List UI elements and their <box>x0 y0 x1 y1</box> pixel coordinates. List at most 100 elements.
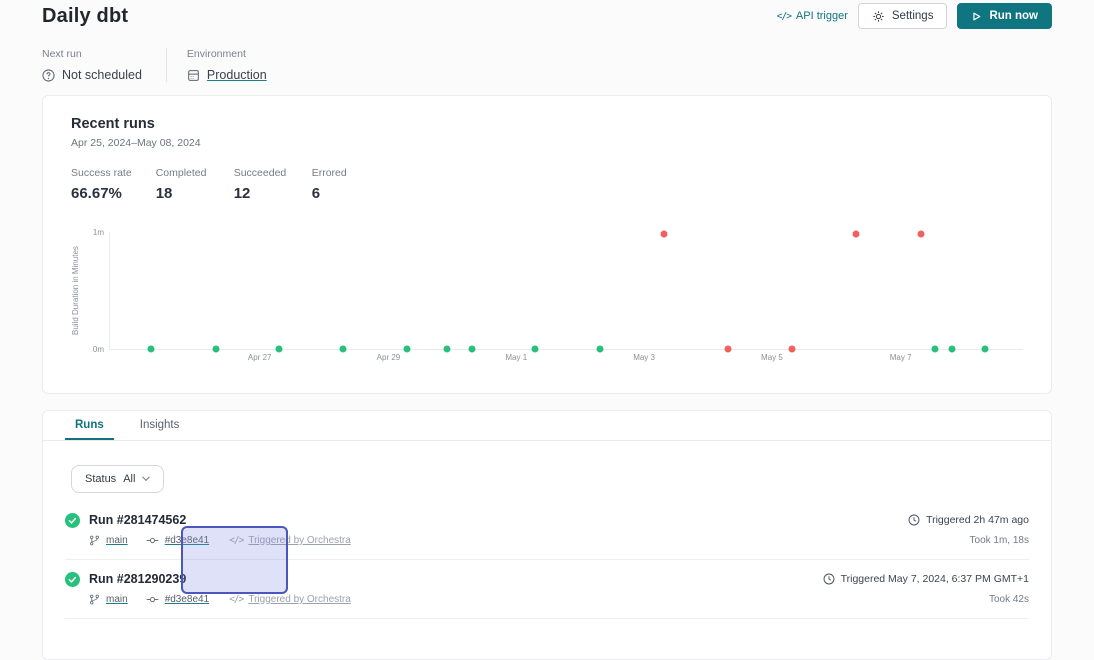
environment-label: Environment <box>187 48 267 60</box>
run-data-point[interactable] <box>532 346 539 353</box>
run-data-point[interactable] <box>981 346 988 353</box>
trigger-source-link[interactable]: </> Triggered by Orchestra <box>229 594 351 605</box>
run-data-point[interactable] <box>443 346 450 353</box>
stats-row: Success rate 66.67% Completed 18 Succeed… <box>71 167 1023 202</box>
branch-link[interactable]: main <box>106 594 128 605</box>
environment-link[interactable]: Production <box>207 68 267 82</box>
clock-icon <box>823 573 835 585</box>
status-filter-value: All <box>123 473 135 485</box>
commit-link[interactable]: #d3e8e41 <box>165 535 210 546</box>
git-branch-icon <box>89 535 100 546</box>
run-right: Triggered 2h 47m ago Took 1m, 18s <box>908 513 1029 546</box>
subheader: Next run Not scheduled Environment <box>0 48 1094 82</box>
run-data-point[interactable] <box>148 346 155 353</box>
run-data-point[interactable] <box>948 346 955 353</box>
header-actions: </> API trigger Settings Run now <box>777 3 1052 29</box>
check-circle-icon <box>65 513 80 546</box>
tab-insights[interactable]: Insights <box>130 411 190 440</box>
run-data-point[interactable] <box>932 346 939 353</box>
recent-runs-title: Recent runs <box>71 116 1023 132</box>
trigger-source-link[interactable]: </> Triggered by Orchestra <box>229 535 351 546</box>
run-took: Took 1m, 18s <box>908 535 1029 546</box>
gear-icon <box>872 10 885 23</box>
run-title: Run #281474562 <box>89 513 351 527</box>
code-icon: </> <box>777 11 791 22</box>
api-trigger-link[interactable]: </> API trigger <box>777 10 848 22</box>
run-data-point[interactable] <box>275 346 282 353</box>
stat-label: Success rate <box>71 167 132 179</box>
environment-group: Environment Production <box>187 48 291 82</box>
run-meta: main #d3e8e41 </> Triggered by Orchestra <box>89 535 351 546</box>
next-run-group: Next run Not scheduled <box>42 48 166 82</box>
code-icon: </> <box>229 594 243 605</box>
environment-value-row: Production <box>187 68 267 82</box>
run-triggered-text: Triggered 2h 47m ago <box>926 514 1029 526</box>
commit-link[interactable]: #d3e8e41 <box>165 594 210 605</box>
vertical-divider <box>166 48 167 82</box>
stat-value: 66.67% <box>71 185 132 202</box>
run-data-point[interactable] <box>339 346 346 353</box>
run-now-label: Run now <box>989 10 1038 22</box>
next-run-label: Next run <box>42 48 142 60</box>
stat-label: Succeeded <box>234 167 288 179</box>
x-tick-label: May 7 <box>890 353 912 362</box>
run-data-point[interactable] <box>725 346 732 353</box>
chart-plot: Apr 27Apr 29May 1May 3May 5May 7 <box>109 232 1023 350</box>
run-row[interactable]: Run #281290239 main <box>65 560 1029 619</box>
next-run-value-row: Not scheduled <box>42 68 142 82</box>
stat-success-rate: Success rate 66.67% <box>71 167 132 202</box>
code-icon: </> <box>229 535 243 546</box>
run-triggered-text: Triggered May 7, 2024, 6:37 PM GMT+1 <box>841 573 1029 585</box>
run-data-point[interactable] <box>212 346 219 353</box>
check-circle-icon <box>65 572 80 605</box>
branch-link[interactable]: main <box>106 535 128 546</box>
clock-icon <box>908 514 920 526</box>
x-tick-label: Apr 29 <box>377 353 401 362</box>
run-data-point[interactable] <box>469 346 476 353</box>
chevron-down-icon <box>142 476 150 482</box>
tab-bar: Runs Insights <box>43 411 1051 441</box>
trigger-source-label: Triggered by Orchestra <box>248 594 350 605</box>
stat-value: 6 <box>312 185 366 202</box>
x-tick-label: May 5 <box>761 353 783 362</box>
settings-label: Settings <box>892 10 934 22</box>
run-left: Run #281474562 main <box>65 513 351 546</box>
stat-label: Errored <box>312 167 366 179</box>
y-tick-1m: 1m <box>93 228 104 237</box>
x-tick-label: Apr 27 <box>248 353 272 362</box>
status-filter-dropdown[interactable]: Status All <box>71 465 164 493</box>
run-data-point[interactable] <box>597 346 604 353</box>
question-circle-icon <box>42 69 55 82</box>
next-run-value: Not scheduled <box>62 68 142 82</box>
run-info: Run #281474562 main <box>89 513 351 546</box>
run-meta: main #d3e8e41 </> Triggered by Orchestra <box>89 594 351 605</box>
x-tick-label: May 3 <box>633 353 655 362</box>
run-data-point[interactable] <box>917 231 924 238</box>
commit-icon <box>146 536 159 545</box>
run-data-point[interactable] <box>403 346 410 353</box>
run-data-point[interactable] <box>661 231 668 238</box>
tab-runs[interactable]: Runs <box>65 411 114 440</box>
run-info: Run #281290239 main <box>89 572 351 605</box>
y-tick-0m: 0m <box>93 345 104 354</box>
status-filter-label: Status <box>85 473 116 485</box>
run-data-point[interactable] <box>852 231 859 238</box>
runs-list: Run #281474562 main <box>65 501 1029 619</box>
run-took: Took 42s <box>823 594 1029 605</box>
database-icon <box>187 69 200 82</box>
date-range: Apr 25, 2024–May 08, 2024 <box>71 137 1023 149</box>
run-triggered: Triggered 2h 47m ago <box>908 514 1029 526</box>
settings-button[interactable]: Settings <box>858 3 948 29</box>
run-title: Run #281290239 <box>89 572 351 586</box>
git-branch-icon <box>89 594 100 605</box>
stat-label: Completed <box>156 167 210 179</box>
run-row[interactable]: Run #281474562 main <box>65 501 1029 560</box>
stat-completed: Completed 18 <box>156 167 210 202</box>
chart-y-ticks: 1m 0m <box>85 228 109 354</box>
api-trigger-label: API trigger <box>796 10 848 22</box>
run-triggered: Triggered May 7, 2024, 6:37 PM GMT+1 <box>823 573 1029 585</box>
page-title: Daily dbt <box>42 5 128 28</box>
run-data-point[interactable] <box>789 346 796 353</box>
run-now-button[interactable]: Run now <box>957 3 1052 29</box>
play-icon <box>971 11 982 22</box>
